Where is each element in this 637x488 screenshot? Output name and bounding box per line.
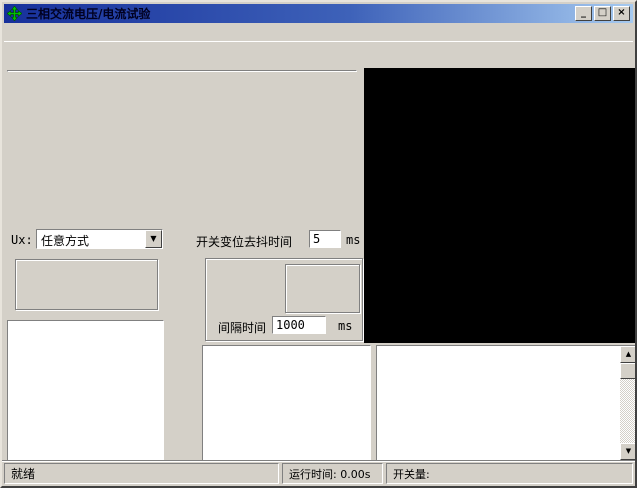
app-icon <box>7 6 22 21</box>
test-mode-group <box>15 259 158 310</box>
direction-group <box>285 264 360 313</box>
status-divider <box>2 460 635 462</box>
app-window: 三相交流电压/电流试验 _ □ × Ux: 任意方式 ▼ 开关变位去抖时间 5 … <box>0 0 637 488</box>
ux-mode-value: 任意方式 <box>37 230 145 248</box>
polar-grid <box>364 68 637 343</box>
close-button[interactable]: × <box>613 6 630 21</box>
debounce-unit: ms <box>346 233 360 247</box>
status-switches: 开关量: <box>386 463 633 484</box>
status-ready: 就绪 <box>4 463 279 484</box>
auto-mode-group: 间隔时间 1000 ms <box>205 258 363 341</box>
interval-input[interactable]: 1000 <box>272 316 326 334</box>
menu-bar <box>4 23 633 41</box>
phasor-chart <box>364 68 637 343</box>
minimize-button[interactable]: _ <box>575 6 592 21</box>
scroll-up-icon[interactable]: ▲ <box>620 346 637 363</box>
maximize-button[interactable]: □ <box>594 6 611 21</box>
debounce-label: 开关变位去抖时间 <box>196 233 292 250</box>
title-bar[interactable]: 三相交流电压/电流试验 _ □ × <box>4 4 633 23</box>
ux-mode-select[interactable]: 任意方式 ▼ <box>36 229 163 249</box>
action-table: ▲ ▼ <box>376 345 637 461</box>
scrollbar-thumb[interactable] <box>620 363 637 379</box>
window-title: 三相交流电压/电流试验 <box>26 5 573 22</box>
toolbar <box>4 41 633 67</box>
scroll-down-icon[interactable]: ▼ <box>620 443 637 460</box>
chevron-down-icon[interactable]: ▼ <box>145 230 162 248</box>
status-runtime: 运行时间: 0.00s <box>282 463 383 484</box>
vertical-scrollbar[interactable]: ▲ ▼ <box>620 346 637 460</box>
parameter-table <box>7 70 357 72</box>
ux-label: Ux: <box>11 233 33 247</box>
derived-values-table <box>7 320 164 461</box>
interval-label: 间隔时间 <box>218 319 266 336</box>
status-bar: 就绪 运行时间: 0.00s 开关量: <box>4 463 633 484</box>
debounce-input[interactable]: 5 <box>309 230 341 248</box>
interval-unit: ms <box>338 319 352 333</box>
switch-input-table <box>202 345 371 461</box>
